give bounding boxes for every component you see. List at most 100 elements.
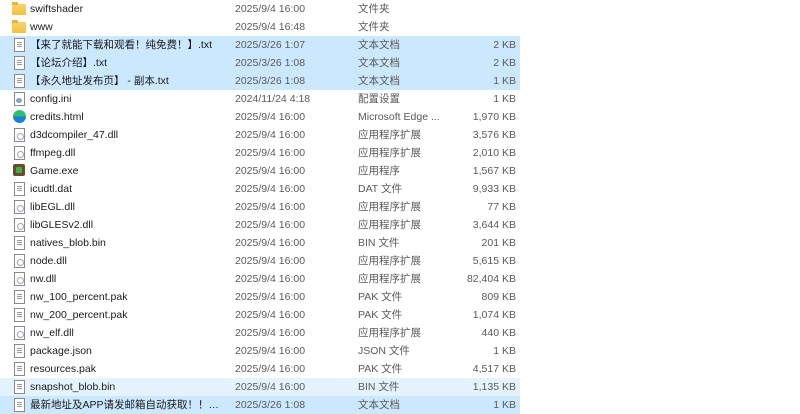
file-type: PAK 文件	[358, 309, 403, 321]
file-date-modified: 2025/9/4 16:00	[235, 345, 306, 357]
file-date-modified: 2024/11/24 4:18	[235, 93, 311, 105]
file-row[interactable]: nw.dll 2025/9/4 16:00 应用程序扩展 82,404 KB	[0, 270, 520, 288]
blank-file-icon	[14, 344, 25, 358]
file-name: resources.pak	[30, 363, 96, 375]
file-name: nw.dll	[30, 273, 57, 285]
file-size: 1 KB	[493, 93, 516, 105]
game-exe-icon	[13, 164, 25, 176]
file-row[interactable]: icudtl.dat 2025/9/4 16:00 DAT 文件 9,933 KB	[0, 180, 520, 198]
file-name: nw_200_percent.pak	[30, 309, 128, 321]
file-name: 最新地址及APP请发邮箱自动获取！！！....	[30, 399, 228, 411]
file-date-modified: 2025/9/4 16:48	[235, 21, 306, 33]
file-row[interactable]: resources.pak 2025/9/4 16:00 PAK 文件 4,517 K…	[0, 360, 520, 378]
file-date-modified: 2025/9/4 16:00	[235, 255, 306, 267]
file-date-modified: 2025/9/4 16:00	[235, 381, 306, 393]
file-date-modified: 2025/9/4 16:00	[235, 201, 306, 213]
file-name: libEGL.dll	[30, 201, 75, 213]
blank-file-icon	[14, 362, 25, 376]
file-row[interactable]: d3dcompiler_47.dll 2025/9/4 16:00 应用程序扩展 3,…	[0, 126, 520, 144]
file-row[interactable]: 最新地址及APP请发邮箱自动获取！！！.... 2025/3/26 1:08 文本文…	[0, 396, 520, 414]
file-date-modified: 2025/3/26 1:08	[235, 57, 306, 69]
file-name: 【来了就能下载和观看！纯免费！】.txt	[30, 39, 213, 51]
file-type: 应用程序扩展	[358, 129, 421, 141]
file-size: 82,404 KB	[466, 273, 516, 285]
file-size: 4,517 KB	[472, 363, 516, 375]
file-row[interactable]: nw_elf.dll 2025/9/4 16:00 应用程序扩展 440 KB	[0, 324, 520, 342]
file-name: nw_elf.dll	[30, 327, 74, 339]
text-file-icon	[14, 38, 25, 52]
file-size: 77 KB	[487, 201, 516, 213]
file-type: PAK 文件	[358, 363, 403, 375]
file-row[interactable]: natives_blob.bin 2025/9/4 16:00 BIN 文件 201 …	[0, 234, 520, 252]
file-size: 3,576 KB	[472, 129, 516, 141]
config-file-icon	[14, 92, 25, 106]
file-row[interactable]: swiftshader 2025/9/4 16:00 文件夹	[0, 0, 520, 18]
folder-icon	[12, 20, 26, 33]
file-date-modified: 2025/9/4 16:00	[235, 111, 306, 123]
file-size: 440 KB	[481, 327, 516, 339]
file-row[interactable]: 【论坛介绍】.txt 2025/3/26 1:08 文本文档 2 KB	[0, 54, 520, 72]
file-type: 文本文档	[358, 75, 400, 87]
file-size: 1,074 KB	[472, 309, 516, 321]
dll-file-icon	[14, 254, 25, 268]
file-type: PAK 文件	[358, 291, 403, 303]
file-size: 3,644 KB	[472, 219, 516, 231]
file-row[interactable]: config.ini 2024/11/24 4:18 配置设置 1 KB	[0, 90, 520, 108]
file-size: 1,567 KB	[472, 165, 516, 177]
file-date-modified: 2025/9/4 16:00	[235, 273, 306, 285]
file-name: Game.exe	[30, 165, 79, 177]
file-type: 应用程序扩展	[358, 219, 421, 231]
file-row[interactable]: snapshot_blob.bin 2025/9/4 16:00 BIN 文件 1,1…	[0, 378, 520, 396]
file-date-modified: 2025/9/4 16:00	[235, 219, 306, 231]
file-size: 2 KB	[493, 57, 516, 69]
file-type: BIN 文件	[358, 237, 400, 249]
file-row[interactable]: nw_200_percent.pak 2025/9/4 16:00 PAK 文件 1,…	[0, 306, 520, 324]
file-type: 文本文档	[358, 39, 400, 51]
dll-file-icon	[14, 128, 25, 142]
file-row[interactable]: www 2025/9/4 16:48 文件夹	[0, 18, 520, 36]
file-size: 5,615 KB	[472, 255, 516, 267]
file-size: 809 KB	[481, 291, 516, 303]
file-type: 应用程序扩展	[358, 201, 421, 213]
file-size: 1 KB	[493, 345, 516, 357]
file-type: JSON 文件	[358, 345, 410, 357]
dll-file-icon	[14, 218, 25, 232]
file-type: BIN 文件	[358, 381, 400, 393]
file-type: 应用程序扩展	[358, 327, 421, 339]
dll-file-icon	[14, 272, 25, 286]
file-row[interactable]: credits.html 2025/9/4 16:00 Microsoft Edge…	[0, 108, 520, 126]
file-name: node.dll	[30, 255, 67, 267]
file-type: 文本文档	[358, 57, 400, 69]
file-date-modified: 2025/9/4 16:00	[235, 327, 306, 339]
file-name: 【永久地址发布页】 - 副本.txt	[30, 75, 169, 87]
folder-icon	[12, 2, 26, 15]
blank-file-icon	[14, 308, 25, 322]
file-type: Microsoft Edge ...	[358, 111, 440, 123]
file-row[interactable]: libGLESv2.dll 2025/9/4 16:00 应用程序扩展 3,644 K…	[0, 216, 520, 234]
file-date-modified: 2025/9/4 16:00	[235, 237, 306, 249]
file-row[interactable]: 【永久地址发布页】 - 副本.txt 2025/3/26 1:08 文本文档 1 KB	[0, 72, 520, 90]
file-row[interactable]: 【来了就能下载和观看！纯免费！】.txt 2025/3/26 1:07 文本文档 2 …	[0, 36, 520, 54]
file-date-modified: 2025/3/26 1:08	[235, 399, 306, 411]
file-row[interactable]: nw_100_percent.pak 2025/9/4 16:00 PAK 文件 80…	[0, 288, 520, 306]
file-row[interactable]: node.dll 2025/9/4 16:00 应用程序扩展 5,615 KB	[0, 252, 520, 270]
file-date-modified: 2025/3/26 1:07	[235, 39, 306, 51]
file-row[interactable]: libEGL.dll 2025/9/4 16:00 应用程序扩展 77 KB	[0, 198, 520, 216]
file-row[interactable]: package.json 2025/9/4 16:00 JSON 文件 1 KB	[0, 342, 520, 360]
file-date-modified: 2025/9/4 16:00	[235, 129, 306, 141]
file-name: package.json	[30, 345, 92, 357]
blank-file-icon	[14, 236, 25, 250]
file-size: 1,135 KB	[472, 381, 516, 393]
file-size: 2 KB	[493, 39, 516, 51]
file-row[interactable]: ffmpeg.dll 2025/9/4 16:00 应用程序扩展 2,010 KB	[0, 144, 520, 162]
file-row[interactable]: Game.exe 2025/9/4 16:00 应用程序 1,567 KB	[0, 162, 520, 180]
dll-file-icon	[14, 200, 25, 214]
file-name: ffmpeg.dll	[30, 147, 76, 159]
file-name: d3dcompiler_47.dll	[30, 129, 119, 141]
text-file-icon	[14, 56, 25, 70]
file-date-modified: 2025/9/4 16:00	[235, 363, 306, 375]
file-list: swiftshader 2025/9/4 16:00 文件夹 www 2025/9/4 …	[0, 0, 520, 414]
file-type: 应用程序扩展	[358, 255, 421, 267]
blank-file-icon	[14, 290, 25, 304]
file-size: 1,970 KB	[472, 111, 516, 123]
